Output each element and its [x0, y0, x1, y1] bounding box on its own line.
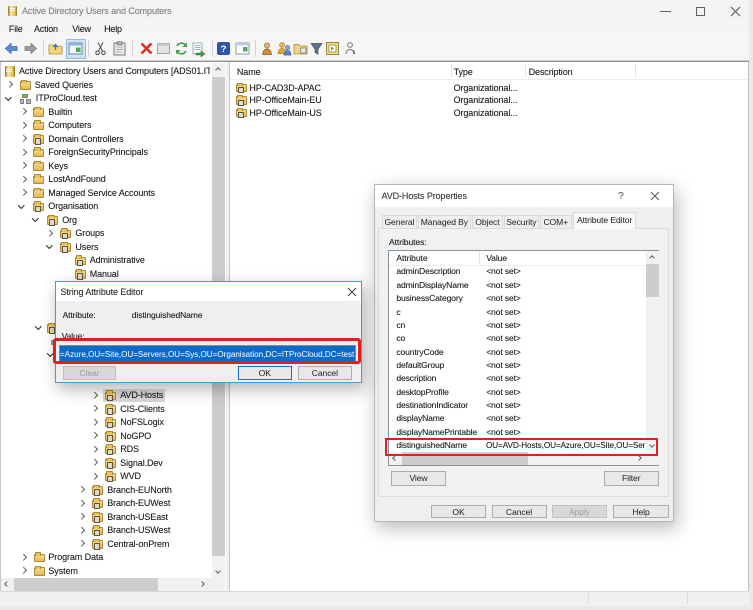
svg-text:?: ? — [221, 44, 227, 55]
